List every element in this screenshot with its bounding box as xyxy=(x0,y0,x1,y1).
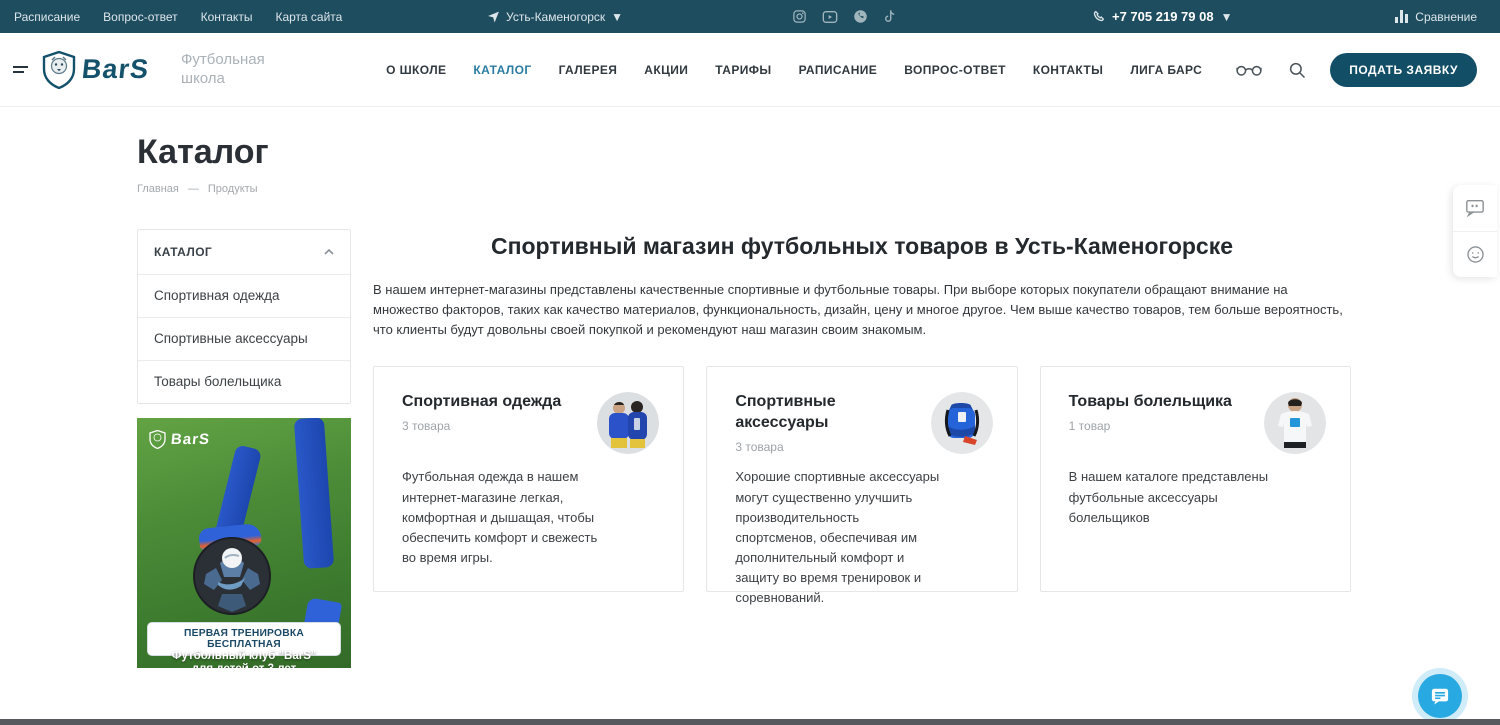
nav-item-schedule[interactable]: РАПИСАНИЕ xyxy=(799,63,878,77)
category-card-clothing[interactable]: Спортивная одежда 3 товара xyxy=(373,366,684,592)
compare-label: Сравнение xyxy=(1415,10,1477,24)
card-description: Хорошие спортивные аксессуары могут суще… xyxy=(735,467,943,608)
breadcrumb-home[interactable]: Главная xyxy=(137,183,179,195)
page-title: Каталог xyxy=(137,133,1351,172)
catalog-heading: Спортивный магазин футбольных товаров в … xyxy=(373,233,1351,260)
shield-logo-icon xyxy=(149,430,166,449)
card-description: В нашем каталоге представлены футбольные… xyxy=(1069,467,1277,527)
sidebar-item-accessories[interactable]: Спортивные аксессуары xyxy=(138,317,350,360)
banner-logo: BarS xyxy=(149,430,210,449)
card-title: Товары болельщика xyxy=(1069,392,1254,413)
city-label: Усть-Каменогорск xyxy=(506,10,605,24)
phone-number: +7 705 219 79 08 xyxy=(1112,9,1214,24)
feedback-widget-button[interactable] xyxy=(1453,231,1497,277)
logo-text: BarS xyxy=(80,54,150,85)
sidebar-item-clothing[interactable]: Спортивная одежда xyxy=(138,274,350,317)
phone-icon xyxy=(1092,10,1105,23)
bar-chart-icon xyxy=(1395,10,1408,23)
instagram-icon[interactable] xyxy=(792,9,807,24)
breadcrumb-separator: — xyxy=(188,183,199,195)
catalog-content: Спортивный магазин футбольных товаров в … xyxy=(373,229,1351,668)
card-image-clothing xyxy=(597,392,659,454)
topbar-link-schedule[interactable]: Расписание xyxy=(14,10,80,24)
accessibility-glasses-icon[interactable] xyxy=(1236,63,1262,77)
navigation-icon xyxy=(487,10,500,23)
submit-application-button[interactable]: ПОДАТЬ ЗАЯВКУ xyxy=(1330,53,1477,87)
chevron-down-icon: ▼ xyxy=(611,10,623,24)
main-nav: О ШКОЛЕ КАТАЛОГ ГАЛЕРЕЯ АКЦИИ ТАРИФЫ РАП… xyxy=(386,63,1202,77)
catalog-intro-text: В нашем интернет-магазины представлены к… xyxy=(373,280,1351,340)
city-selector[interactable]: Усть-Каменогорск ▼ xyxy=(487,10,623,24)
tiktok-icon[interactable] xyxy=(883,9,896,24)
nav-item-about[interactable]: О ШКОЛЕ xyxy=(386,63,446,77)
promo-banner[interactable]: BarS ПЕРВАЯ ТРЕНИРОВКА БЕСПЛАТ xyxy=(137,418,351,668)
card-image-accessories xyxy=(931,392,993,454)
catalog-filter-box: КАТАЛОГ Спортивная одежда Спортивные акс… xyxy=(137,229,351,404)
catalog-accordion-header[interactable]: КАТАЛОГ xyxy=(138,230,350,274)
sidebar-item-fan-goods[interactable]: Товары болельщика xyxy=(138,360,350,403)
shield-logo-icon xyxy=(42,51,76,89)
chat-fab-button[interactable] xyxy=(1418,674,1462,718)
chevron-up-icon xyxy=(324,249,334,255)
side-widget-panel xyxy=(1453,185,1497,277)
nav-item-faq[interactable]: ВОПРОС-ОТВЕТ xyxy=(904,63,1006,77)
card-count: 3 товара xyxy=(402,419,587,433)
youtube-icon[interactable] xyxy=(822,10,838,24)
phone-block[interactable]: +7 705 219 79 08 ▼ xyxy=(1092,9,1232,24)
category-card-fan-goods[interactable]: Товары болельщика 1 товар xyxy=(1040,366,1351,592)
site-tagline: Футбольная школа xyxy=(181,51,273,89)
nav-item-liga-bars[interactable]: ЛИГА БАРС xyxy=(1130,63,1202,77)
banner-logo-text: BarS xyxy=(170,431,211,448)
nav-item-promotions[interactable]: АКЦИИ xyxy=(644,63,688,77)
nav-item-contacts[interactable]: КОНТАКТЫ xyxy=(1033,63,1103,77)
whatsapp-icon[interactable] xyxy=(853,9,868,24)
card-title: Спортивная одежда xyxy=(402,392,587,413)
page-bottom-edge xyxy=(0,719,1500,725)
reviews-bubble-icon xyxy=(1465,199,1485,217)
chevron-down-icon: ▼ xyxy=(1221,10,1233,24)
topbar-link-faq[interactable]: Вопрос-ответ xyxy=(103,10,177,24)
breadcrumb: Главная — Продукты xyxy=(137,183,1351,195)
card-count: 1 товар xyxy=(1069,419,1254,433)
topbar-link-sitemap[interactable]: Карта сайта xyxy=(275,10,342,24)
card-image-fan-goods xyxy=(1264,392,1326,454)
card-count: 3 товара xyxy=(735,440,920,454)
search-icon[interactable] xyxy=(1288,61,1306,79)
banner-photo-leg xyxy=(294,418,334,569)
card-description: Футбольная одежда в нашем интернет-магаз… xyxy=(402,467,610,568)
nav-item-gallery[interactable]: ГАЛЕРЕЯ xyxy=(559,63,618,77)
compare-button[interactable]: Сравнение xyxy=(1395,10,1477,24)
topbar-links: Расписание Вопрос-ответ Контакты Карта с… xyxy=(14,10,342,24)
catalog-sidebar: КАТАЛОГ Спортивная одежда Спортивные акс… xyxy=(137,229,351,668)
nav-item-tariffs[interactable]: ТАРИФЫ xyxy=(715,63,771,77)
breadcrumb-current: Продукты xyxy=(208,183,258,195)
main-header: BarS Футбольная школа О ШКОЛЕ КАТАЛОГ ГА… xyxy=(0,33,1500,107)
logo[interactable]: BarS xyxy=(42,51,149,89)
soccer-ball-image xyxy=(192,536,272,616)
reviews-widget-button[interactable] xyxy=(1453,185,1497,231)
category-cards: Спортивная одежда 3 товара xyxy=(373,366,1351,592)
card-title: Спортивные аксессуары xyxy=(735,392,920,434)
social-links xyxy=(792,9,896,24)
category-card-accessories[interactable]: Спортивные аксессуары 3 товара xyxy=(706,366,1017,592)
catalog-accordion-title: КАТАЛОГ xyxy=(154,245,212,259)
smiley-icon xyxy=(1466,245,1485,264)
topbar-link-contacts[interactable]: Контакты xyxy=(201,10,253,24)
banner-caption: Футбольный клуб "BarS" для детей от 3 ле… xyxy=(137,650,351,668)
top-bar: Расписание Вопрос-ответ Контакты Карта с… xyxy=(0,0,1500,33)
hamburger-menu-icon[interactable] xyxy=(13,63,28,76)
nav-item-catalog[interactable]: КАТАЛОГ xyxy=(473,63,531,77)
chat-note-icon xyxy=(1430,687,1450,705)
